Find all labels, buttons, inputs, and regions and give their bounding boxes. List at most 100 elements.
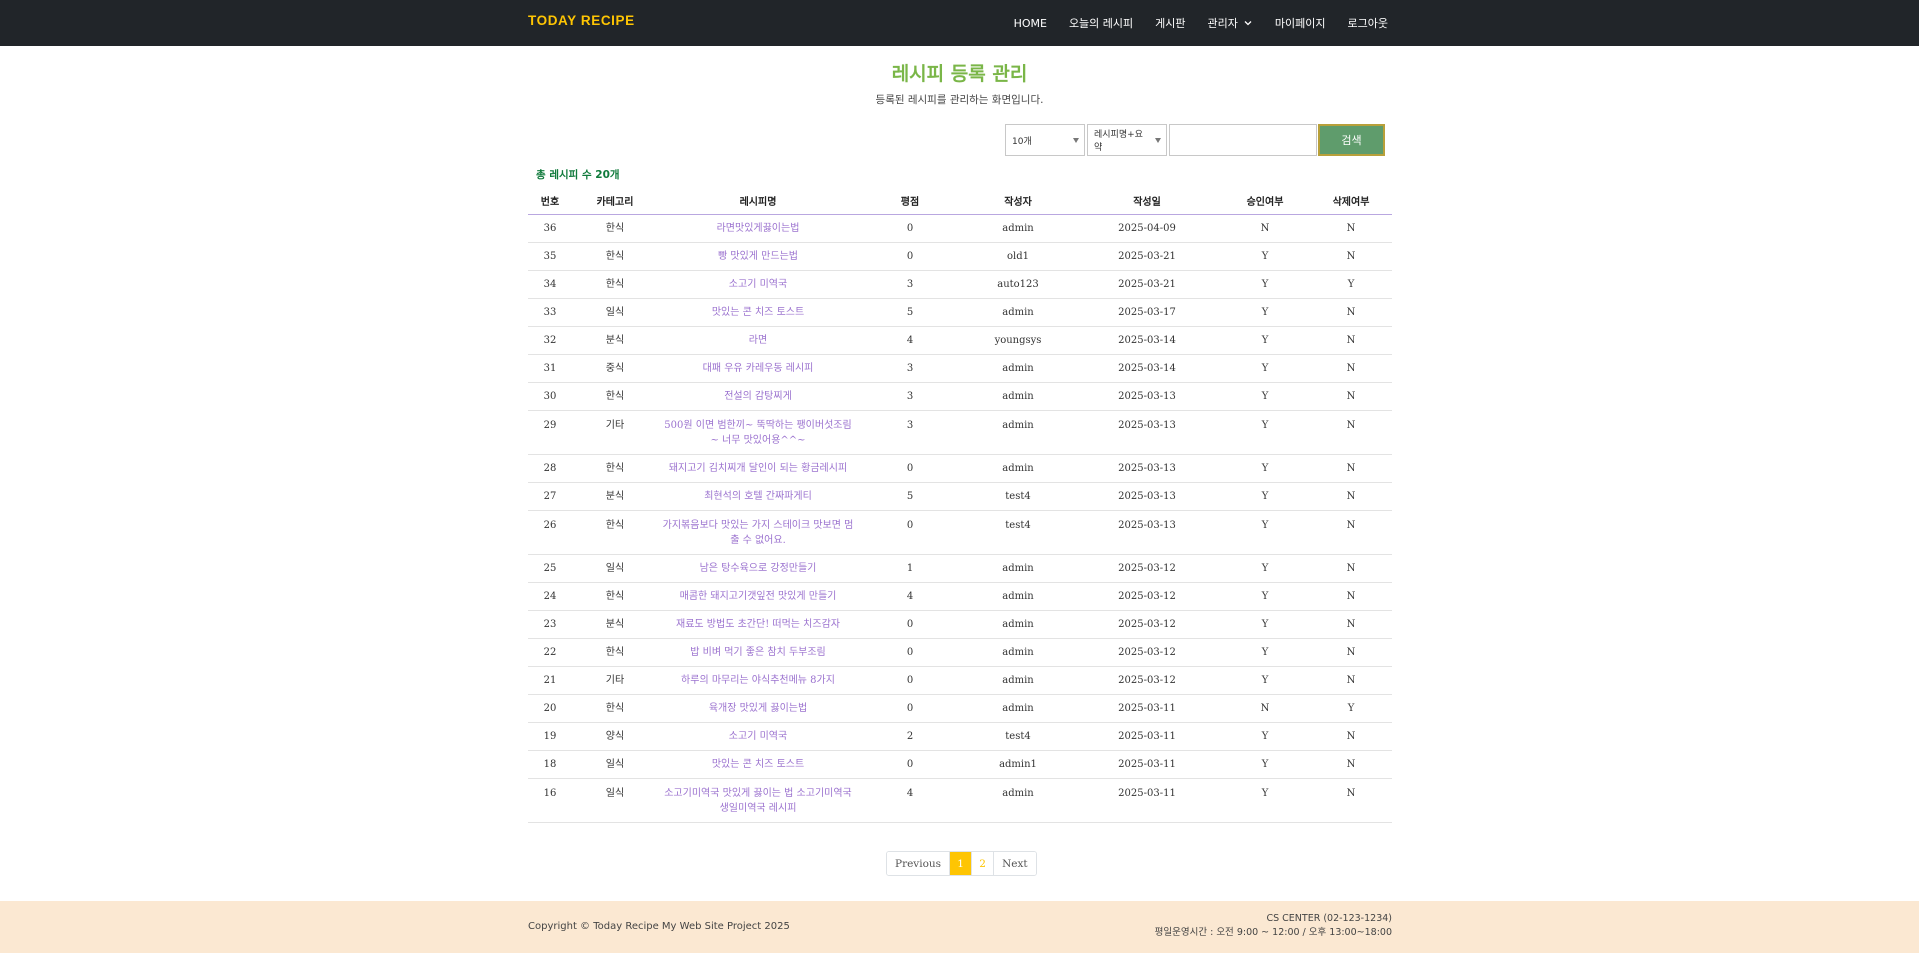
cell-recipe-name[interactable]: 소고기 미역국 bbox=[658, 722, 858, 751]
cell-approved: N bbox=[1220, 214, 1310, 243]
cell-date: 2025-04-09 bbox=[1074, 214, 1220, 243]
table-row[interactable]: 35 한식 빵 맛있게 만드는법 0 old1 2025-03-21 Y N bbox=[528, 242, 1392, 271]
cell-number: 32 bbox=[528, 326, 572, 355]
cell-date: 2025-03-14 bbox=[1074, 354, 1220, 383]
cell-recipe-name[interactable]: 전설의 감탕찌게 bbox=[658, 382, 858, 411]
cell-deleted: N bbox=[1310, 638, 1392, 667]
cell-deleted: N bbox=[1310, 326, 1392, 355]
table-row[interactable]: 30 한식 전설의 감탕찌게 3 admin 2025-03-13 Y N bbox=[528, 382, 1392, 411]
cell-number: 30 bbox=[528, 382, 572, 411]
cell-recipe-name[interactable]: 매콤한 돼지고기갯잎전 맛있게 만들기 bbox=[658, 582, 858, 611]
search-bar: 10개 레시피명+요약 검색 bbox=[1005, 124, 1385, 156]
column-header-number[interactable]: 번호 bbox=[528, 188, 572, 215]
table-row[interactable]: 33 일식 맛있는 콘 치즈 토스트 5 admin 2025-03-17 Y N bbox=[528, 298, 1392, 327]
table-row[interactable]: 19 양식 소고기 미역국 2 test4 2025-03-11 Y N bbox=[528, 722, 1392, 751]
cell-category: 한식 bbox=[572, 694, 658, 723]
page-title: 레시피 등록 관리 bbox=[891, 63, 1028, 85]
cell-recipe-name[interactable]: 돼지고기 김치찌개 달인이 되는 황금레시피 bbox=[658, 454, 858, 483]
nav-item-admin-dropdown[interactable]: 관리자 bbox=[1208, 15, 1253, 31]
nav-item-board[interactable]: 게시판 bbox=[1155, 15, 1185, 31]
search-input[interactable] bbox=[1169, 124, 1317, 156]
cell-recipe-name[interactable]: 남은 탕수육으로 강정만들기 bbox=[658, 554, 858, 583]
cell-category: 중식 bbox=[572, 354, 658, 383]
nav-item-logout[interactable]: 로그아웃 bbox=[1348, 15, 1388, 31]
column-header-date[interactable]: 작성일 bbox=[1074, 188, 1220, 215]
chevron-down-icon bbox=[1244, 21, 1252, 26]
pagination: Previous 1 2 Next bbox=[886, 851, 1037, 876]
cell-rating: 0 bbox=[858, 454, 962, 483]
table-row[interactable]: 25 일식 남은 탕수육으로 강정만들기 1 admin 2025-03-12 Y N bbox=[528, 554, 1392, 583]
cell-rating: 2 bbox=[858, 722, 962, 751]
table-row[interactable]: 20 한식 육개장 맛있게 끓이는법 0 admin 2025-03-11 N Y bbox=[528, 694, 1392, 723]
page-size-select[interactable]: 10개 bbox=[1005, 124, 1085, 156]
table-row[interactable]: 18 일식 맛있는 콘 치즈 토스트 0 admin1 2025-03-11 Y N bbox=[528, 750, 1392, 779]
cell-recipe-name[interactable]: 대패 우유 카레우동 레시피 bbox=[658, 354, 858, 383]
cell-recipe-name[interactable]: 재료도 방법도 초간단! 떠먹는 치즈감자 bbox=[658, 610, 858, 639]
column-header-category[interactable]: 카테고리 bbox=[572, 188, 658, 215]
cell-writer: admin bbox=[962, 354, 1074, 383]
table-row[interactable]: 27 분식 최현석의 호텔 간짜파게티 5 test4 2025-03-13 Y N bbox=[528, 482, 1392, 511]
cell-rating: 3 bbox=[858, 382, 962, 411]
table-row[interactable]: 16 일식 소고기미역국 맛있게 끓이는 법 소고기미역국 생일미역국 레시피 4 ad… bbox=[528, 778, 1392, 823]
pagination-previous[interactable]: Previous bbox=[887, 852, 950, 875]
cell-recipe-name[interactable]: 소고기 미역국 bbox=[658, 270, 858, 299]
brand-logo[interactable]: TODAY RECIPE bbox=[528, 13, 635, 28]
table-row[interactable]: 24 한식 매콤한 돼지고기갯잎전 맛있게 만들기 4 admin 2025-03-12 Y… bbox=[528, 582, 1392, 611]
table-row[interactable]: 23 분식 재료도 방법도 초간단! 떠먹는 치즈감자 0 admin 2025-03-1… bbox=[528, 610, 1392, 639]
cell-deleted: N bbox=[1310, 298, 1392, 327]
cell-recipe-name[interactable]: 500원 이면 범한끼~ 뚝딱하는 팽이버섯조림~ 너무 맛있어용^^~ bbox=[658, 410, 858, 455]
table-row[interactable]: 32 분식 라면 4 youngsys 2025-03-14 Y N bbox=[528, 326, 1392, 355]
cell-deleted: N bbox=[1310, 242, 1392, 271]
cell-recipe-name[interactable]: 하루의 마무리는 야식추천메뉴 8가지 bbox=[658, 666, 858, 695]
table-row[interactable]: 36 한식 라면맛있게끓이는법 0 admin 2025-04-09 N N bbox=[528, 214, 1392, 243]
cell-recipe-name[interactable]: 맛있는 콘 치즈 토스트 bbox=[658, 298, 858, 327]
cell-recipe-name[interactable]: 빵 맛있게 만드는법 bbox=[658, 242, 858, 271]
cell-number: 33 bbox=[528, 298, 572, 327]
nav-item-mypage[interactable]: 마이페이지 bbox=[1275, 15, 1326, 31]
pagination-page-2[interactable]: 2 bbox=[971, 852, 994, 875]
pagination-page-1[interactable]: 1 bbox=[949, 852, 972, 875]
cell-approved: Y bbox=[1220, 270, 1310, 299]
table-row[interactable]: 21 기타 하루의 마무리는 야식추천메뉴 8가지 0 admin 2025-03-12 Y… bbox=[528, 666, 1392, 695]
cell-deleted: N bbox=[1310, 554, 1392, 583]
cell-recipe-name[interactable]: 라면 bbox=[658, 326, 858, 355]
table-row[interactable]: 26 한식 가지볶음보다 맛있는 가지 스테이크 맛보면 멈출 수 없어요. 0 tes… bbox=[528, 510, 1392, 555]
cell-approved: Y bbox=[1220, 242, 1310, 271]
cell-approved: Y bbox=[1220, 554, 1310, 583]
column-header-deleted[interactable]: 삭제여부 bbox=[1310, 188, 1392, 215]
top-navbar: TODAY RECIPE HOME 오늘의 레시피 게시판 관리자 마이페이지 … bbox=[0, 0, 1919, 46]
cell-category: 한식 bbox=[572, 582, 658, 611]
cell-recipe-name[interactable]: 밥 비벼 먹기 좋은 참치 두부조림 bbox=[658, 638, 858, 667]
table-row[interactable]: 22 한식 밥 비벼 먹기 좋은 참치 두부조림 0 admin 2025-03-12 Y N bbox=[528, 638, 1392, 667]
table-row[interactable]: 31 중식 대패 우유 카레우동 레시피 3 admin 2025-03-14 Y N bbox=[528, 354, 1392, 383]
cell-rating: 0 bbox=[858, 214, 962, 243]
nav-item-today-recipe[interactable]: 오늘의 레시피 bbox=[1069, 15, 1133, 31]
search-button[interactable]: 검색 bbox=[1318, 124, 1385, 156]
cell-number: 29 bbox=[528, 410, 572, 455]
cell-number: 18 bbox=[528, 750, 572, 779]
cell-rating: 4 bbox=[858, 326, 962, 355]
nav-item-home[interactable]: HOME bbox=[1014, 17, 1047, 30]
search-type-select[interactable]: 레시피명+요약 bbox=[1087, 124, 1167, 156]
cell-recipe-name[interactable]: 가지볶음보다 맛있는 가지 스테이크 맛보면 멈출 수 없어요. bbox=[658, 510, 858, 555]
cell-recipe-name[interactable]: 육개장 맛있게 끓이는법 bbox=[658, 694, 858, 723]
cell-recipe-name[interactable]: 최현석의 호텔 간짜파게티 bbox=[658, 482, 858, 511]
cell-writer: auto123 bbox=[962, 270, 1074, 299]
cell-approved: Y bbox=[1220, 722, 1310, 751]
table-row[interactable]: 34 한식 소고기 미역국 3 auto123 2025-03-21 Y Y bbox=[528, 270, 1392, 299]
cell-recipe-name[interactable]: 라면맛있게끓이는법 bbox=[658, 214, 858, 243]
pagination-next[interactable]: Next bbox=[993, 852, 1036, 875]
column-header-rating[interactable]: 평점 bbox=[858, 188, 962, 215]
cell-approved: Y bbox=[1220, 298, 1310, 327]
cell-deleted: N bbox=[1310, 382, 1392, 411]
cell-date: 2025-03-12 bbox=[1074, 582, 1220, 611]
column-header-approved[interactable]: 승인여부 bbox=[1220, 188, 1310, 215]
cell-recipe-name[interactable]: 소고기미역국 맛있게 끓이는 법 소고기미역국 생일미역국 레시피 bbox=[658, 778, 858, 823]
table-row[interactable]: 28 한식 돼지고기 김치찌개 달인이 되는 황금레시피 0 admin 2025-03-… bbox=[528, 454, 1392, 483]
recipe-table-body: 36 한식 라면맛있게끓이는법 0 admin 2025-04-09 N N 35 한식 빵 맛있게… bbox=[528, 214, 1392, 823]
column-header-recipe-name[interactable]: 레시피명 bbox=[658, 188, 858, 215]
column-header-writer[interactable]: 작성자 bbox=[962, 188, 1074, 215]
cell-category: 한식 bbox=[572, 510, 658, 555]
table-row[interactable]: 29 기타 500원 이면 범한끼~ 뚝딱하는 팽이버섯조림~ 너무 맛있어용^^~… bbox=[528, 410, 1392, 455]
cell-recipe-name[interactable]: 맛있는 콘 치즈 토스트 bbox=[658, 750, 858, 779]
